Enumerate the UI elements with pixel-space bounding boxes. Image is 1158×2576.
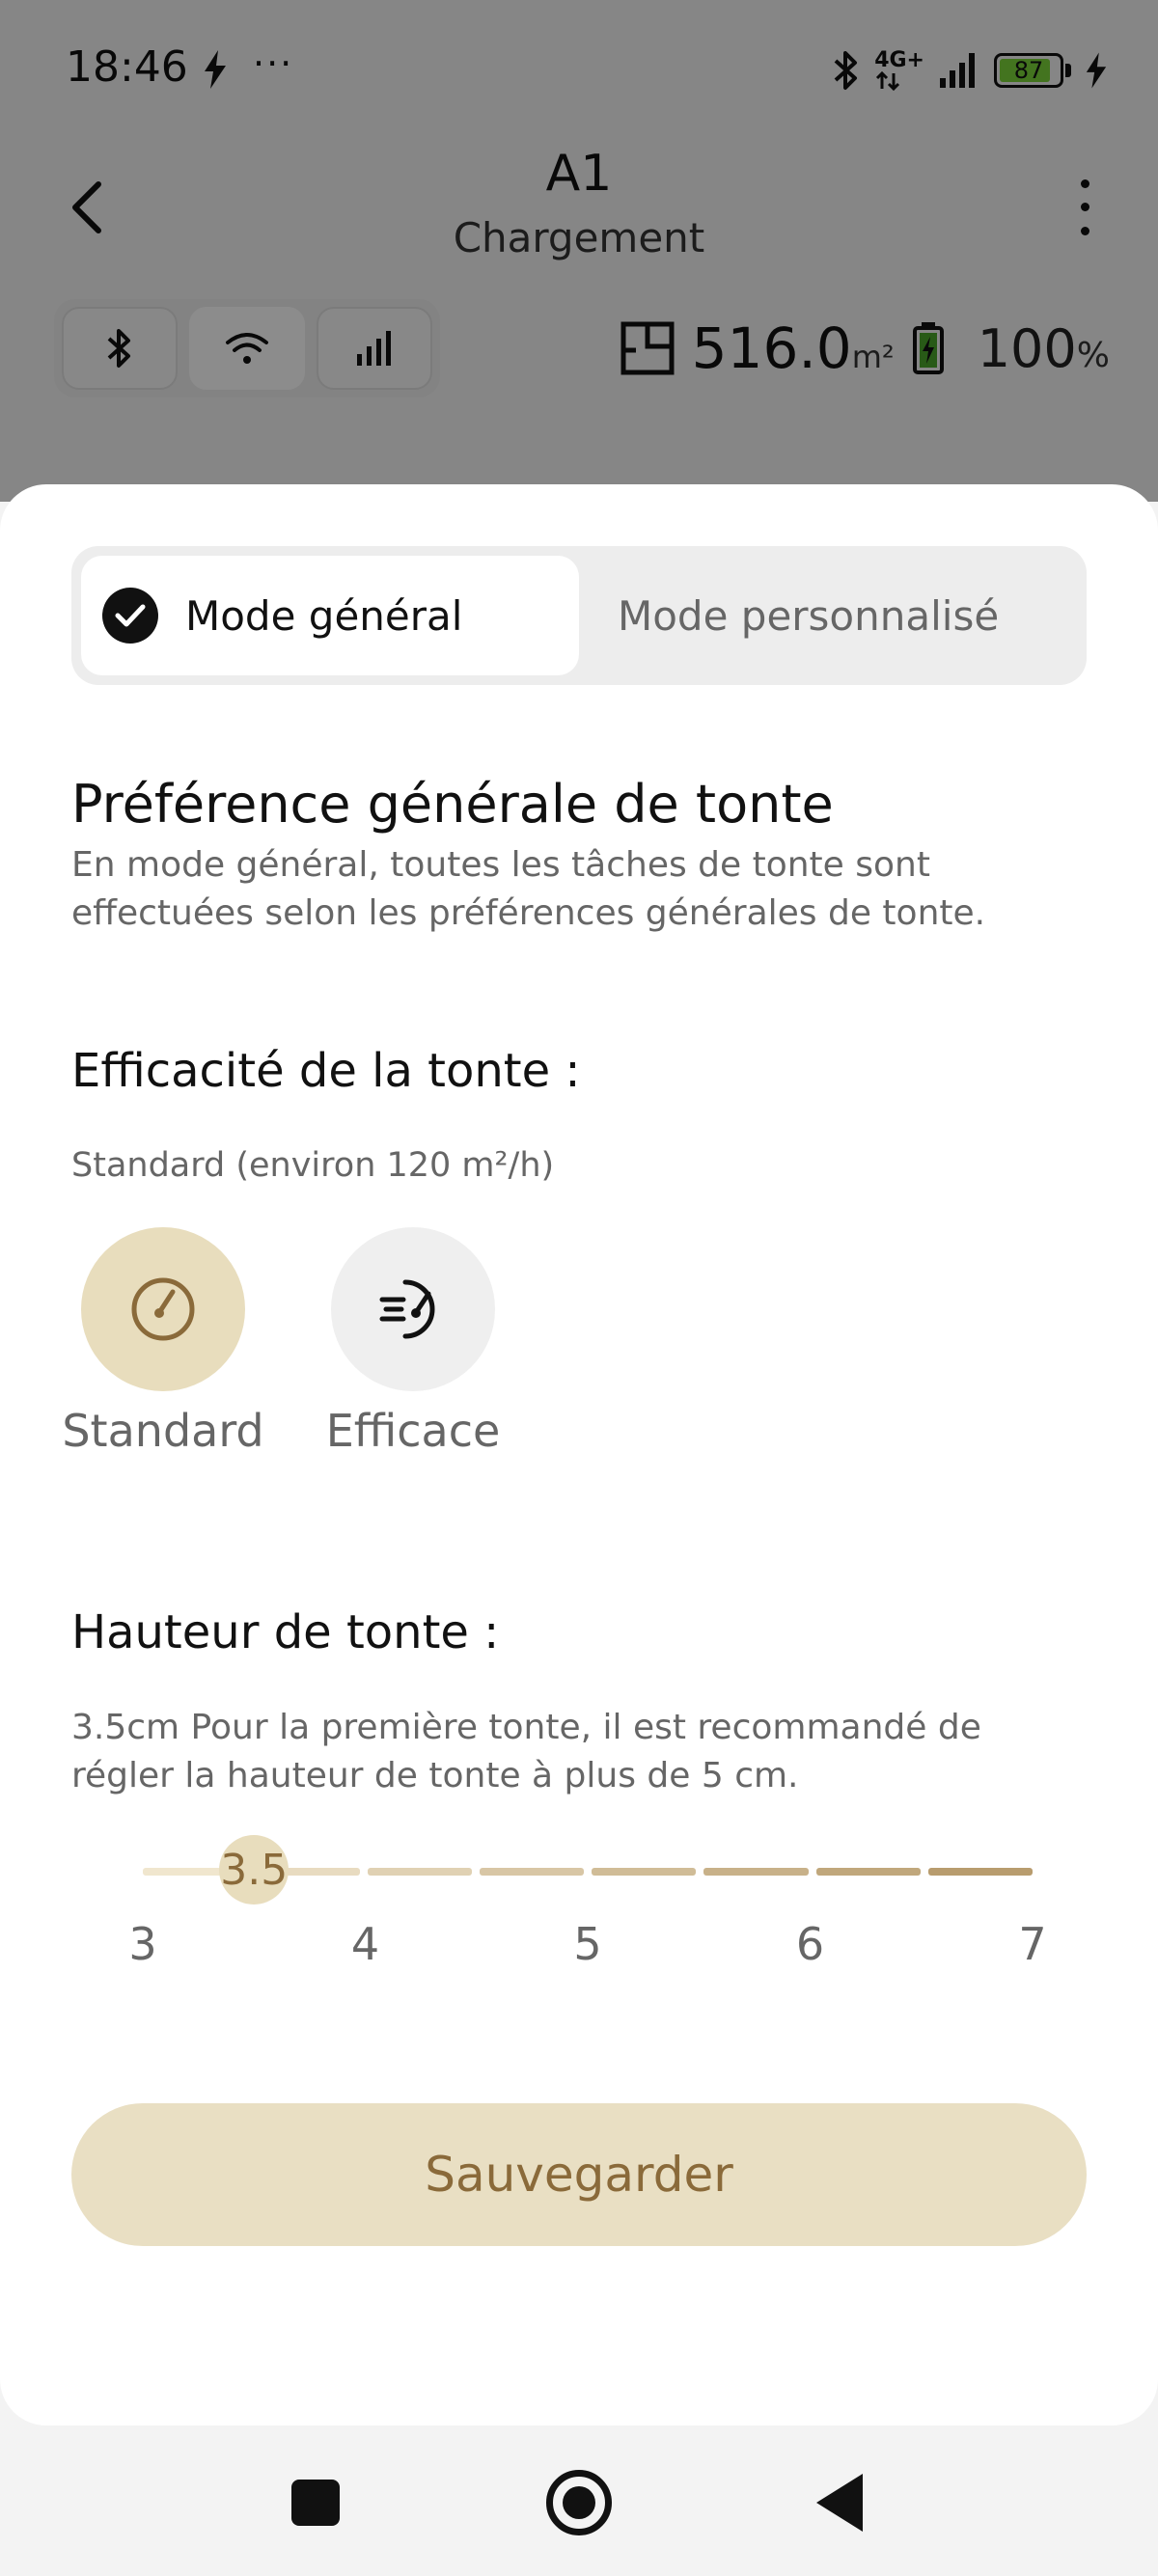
tab-general-mode[interactable]: Mode général: [81, 556, 579, 675]
system-navigation-bar: [0, 2425, 1158, 2576]
efficace-label: Efficace: [325, 1405, 501, 1457]
preference-title: Préférence générale de tonte: [71, 774, 834, 835]
slider-segment[interactable]: [592, 1868, 697, 1876]
standard-circle: [81, 1227, 245, 1391]
efficiency-label: Efficacité de la tonte :: [71, 1044, 581, 1098]
slider-tick-label: 6: [795, 1918, 825, 1970]
slider-tick-label: 3: [128, 1918, 157, 1970]
efficace-circle: [331, 1227, 495, 1391]
dim-overlay[interactable]: [0, 0, 1158, 502]
slider-thumb[interactable]: 3.5: [219, 1835, 290, 1905]
home-icon[interactable]: [546, 2470, 612, 2535]
efficiency-option-standard[interactable]: Standard: [62, 1227, 264, 1457]
fast-gauge-icon: [379, 1279, 435, 1339]
efficiency-option-efficace[interactable]: Efficace: [326, 1227, 500, 1457]
slider-segment[interactable]: [927, 1868, 1033, 1876]
height-label: Hauteur de tonte :: [71, 1605, 500, 1659]
slider-segment[interactable]: [703, 1868, 809, 1876]
general-mode-label: Mode général: [185, 591, 463, 640]
tab-custom-mode[interactable]: Mode personnalisé: [579, 556, 1077, 675]
slider-segment[interactable]: [479, 1868, 584, 1876]
efficiency-current: Standard (environ 120 m²/h): [71, 1146, 555, 1185]
slider-segment[interactable]: [367, 1868, 472, 1876]
slider-segment[interactable]: [815, 1868, 921, 1876]
slider-value: 3.5: [220, 1845, 289, 1895]
mode-selector: Mode général Mode personnalisé: [71, 546, 1087, 685]
height-description: 3.5cm Pour la première tonte, il est rec…: [71, 1708, 981, 1795]
screen: 18:46 ··· 4G+ 87 A1 Chargement 516.0m² 1…: [0, 0, 1158, 2576]
mowing-preferences-sheet: Mode général Mode personnalisé Préférenc…: [0, 484, 1158, 2425]
save-button[interactable]: Sauvegarder: [71, 2103, 1087, 2246]
slider-tick-label: 7: [1018, 1918, 1047, 1970]
slider-tick-label: 5: [573, 1918, 602, 1970]
back-triangle-icon[interactable]: [816, 2474, 863, 2532]
standard-label: Standard: [62, 1405, 264, 1457]
recent-apps-icon[interactable]: [291, 2480, 340, 2526]
preference-description: En mode général, toutes les tâches de to…: [71, 845, 986, 933]
custom-mode-label: Mode personnalisé: [618, 591, 1000, 640]
check-icon: [102, 588, 158, 644]
slider-tick-label: 4: [350, 1918, 380, 1970]
gauge-icon: [131, 1277, 195, 1341]
height-slider[interactable]: 3.5 3 4 5 6 7: [128, 1835, 1047, 2028]
